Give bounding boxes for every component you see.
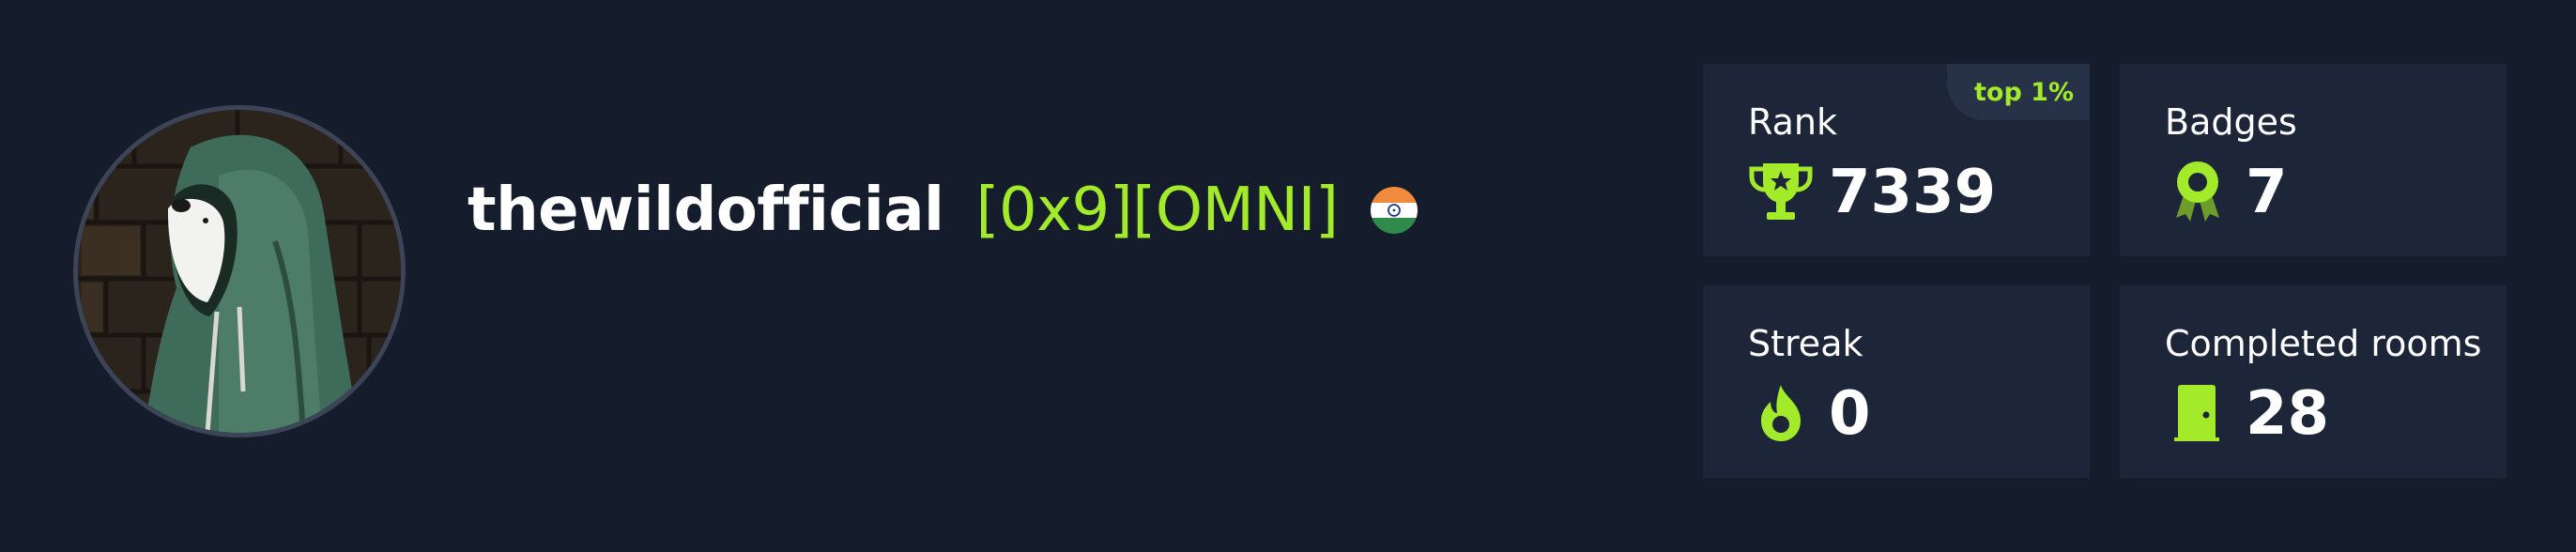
- profile-name-line: thewildofficial [0x9][OMNI]: [468, 165, 1418, 255]
- award-ribbon-icon: [2165, 158, 2231, 223]
- door-icon: [2165, 379, 2231, 445]
- streak-value: 0: [1829, 379, 1871, 449]
- trophy-icon: [1748, 158, 1814, 223]
- avatar-image: [78, 110, 401, 433]
- rank-value: 7339: [1829, 158, 1997, 227]
- profile-header: thewildofficial [0x9][OMNI] top 1% Rank: [0, 0, 2576, 552]
- avatar[interactable]: [73, 105, 406, 437]
- top-percent-badge: top 1%: [1947, 64, 2090, 120]
- completed-rooms-label: Completed rooms: [2165, 323, 2482, 364]
- badges-label: Badges: [2165, 101, 2297, 143]
- flame-icon: [1748, 379, 1814, 445]
- username[interactable]: thewildofficial: [468, 176, 944, 245]
- streak-card[interactable]: Streak 0: [1703, 285, 2090, 478]
- india-flag-icon: [1370, 187, 1418, 234]
- rank-label: Rank: [1748, 101, 1837, 143]
- badges-value: 7: [2246, 158, 2288, 227]
- completed-rooms-card[interactable]: Completed rooms 28: [2120, 285, 2507, 478]
- user-tag: [0x9][OMNI]: [975, 176, 1339, 245]
- streak-label: Streak: [1748, 323, 1863, 364]
- completed-rooms-value: 28: [2246, 379, 2330, 449]
- badges-card[interactable]: Badges 7: [2120, 64, 2507, 256]
- rank-card[interactable]: top 1% Rank 7339: [1703, 64, 2090, 256]
